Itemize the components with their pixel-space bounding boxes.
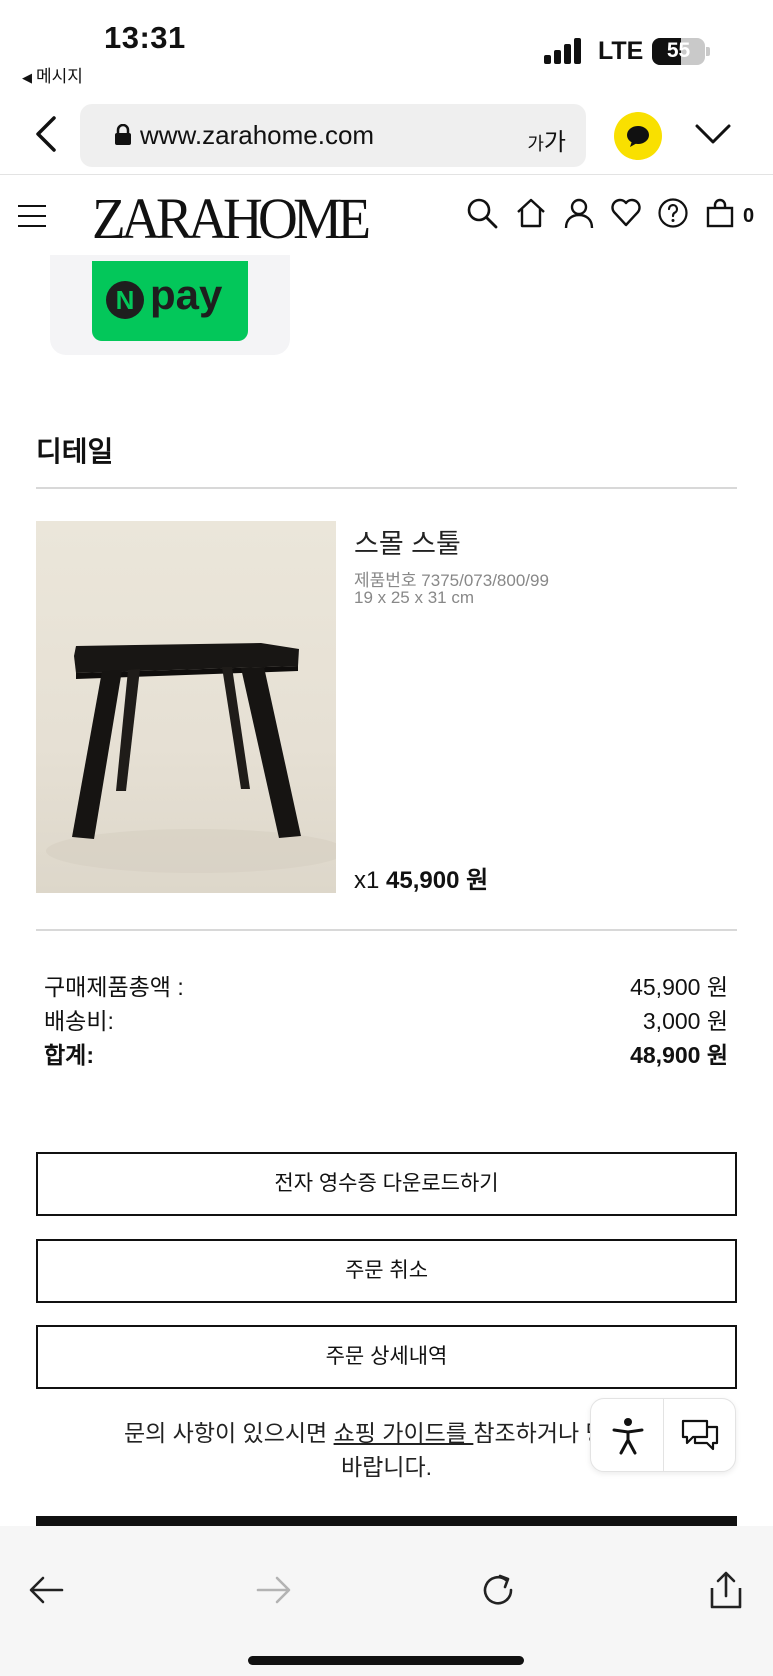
product-image[interactable] — [36, 521, 336, 893]
site-logo[interactable]: ZARAHOME — [92, 185, 371, 252]
reload-icon[interactable] — [478, 1570, 518, 1610]
footer-bar — [36, 1516, 737, 1526]
status-bar: 13:31 ◀ 메시지 LTE 55 — [0, 0, 773, 98]
product-price-value: 45,900 원 — [386, 867, 489, 894]
divider — [36, 487, 737, 489]
cart-icon[interactable] — [704, 197, 736, 229]
browser-url-row: www.zarahome.com 가가 — [0, 98, 773, 174]
battery-icon: 55 — [652, 38, 705, 65]
total-value: 48,900 원 — [630, 1042, 728, 1068]
home-icon[interactable] — [515, 197, 547, 229]
chat-icon[interactable] — [681, 1419, 719, 1453]
product-name[interactable]: 스몰 스툴 — [354, 522, 461, 561]
text-size-large: 가 — [543, 129, 566, 156]
subtotal-label: 구매제품총액 : — [44, 974, 184, 1000]
shipping-row: 배송비: 3,000 원 — [44, 1002, 728, 1036]
text-size-small: 가 — [527, 134, 544, 154]
shopping-guide-link[interactable]: 쇼핑 가이드를 — [334, 1420, 474, 1446]
payment-method-card: N pay — [50, 255, 290, 355]
arrow-right-icon[interactable] — [254, 1570, 294, 1610]
floating-widget — [590, 1398, 736, 1472]
subtotal-value: 45,900 원 — [630, 974, 728, 1000]
order-totals: 구매제품총액 : 45,900 원 배송비: 3,000 원 합계: 48,90… — [44, 968, 728, 1070]
battery-nub — [706, 47, 710, 56]
menu-icon[interactable] — [18, 205, 46, 227]
site-header: ZARAHOME 0 — [0, 175, 773, 261]
total-row: 합계: 48,900 원 — [44, 1036, 728, 1070]
back-triangle-icon: ◀ — [22, 70, 32, 85]
share-icon[interactable] — [706, 1570, 746, 1610]
url-text: www.zarahome.com — [140, 120, 375, 150]
product-price: x1 45,900 원 — [354, 860, 488, 895]
download-receipt-button[interactable]: 전자 영수증 다운로드하기 — [36, 1152, 737, 1216]
browser-back-icon[interactable] — [30, 114, 64, 154]
npay-label: pay — [150, 271, 223, 318]
network-label: LTE — [598, 37, 644, 65]
browser-toolbar — [0, 1526, 773, 1676]
user-icon[interactable] — [563, 197, 595, 229]
heart-icon[interactable] — [610, 197, 642, 229]
text-size-button[interactable]: 가가 — [527, 122, 566, 157]
status-time: 13:31 — [104, 20, 186, 55]
details-title: 디테일 — [36, 436, 114, 467]
floating-separator — [663, 1399, 664, 1471]
cart-count: 0 — [743, 205, 755, 227]
battery-percent: 55 — [666, 39, 691, 62]
signal-icon — [544, 38, 586, 64]
arrow-left-icon[interactable] — [26, 1570, 66, 1610]
home-indicator — [248, 1656, 524, 1665]
shipping-value: 3,000 원 — [642, 1008, 728, 1034]
back-to-app-link[interactable]: ◀ 메시지 — [22, 62, 83, 87]
search-icon[interactable] — [466, 197, 498, 229]
help-icon[interactable] — [657, 197, 689, 229]
npay-logo: N pay — [92, 261, 248, 341]
back-app-label: 메시지 — [36, 67, 83, 86]
product-quantity: x1 — [354, 867, 380, 894]
product-dimensions: 19 x 25 x 31 cm — [354, 588, 475, 607]
total-label: 합계: — [44, 1042, 94, 1068]
order-details-button[interactable]: 주문 상세내역 — [36, 1325, 737, 1389]
chat-bubble-icon — [627, 126, 649, 147]
url-bar[interactable]: www.zarahome.com 가가 — [80, 104, 586, 167]
chevron-down-icon[interactable] — [694, 122, 732, 146]
shipping-label: 배송비: — [44, 1008, 114, 1034]
stool-image — [46, 643, 336, 873]
kakao-talk-button[interactable] — [614, 112, 662, 160]
help-prefix: 문의 사항이 있으시면 — [123, 1420, 334, 1446]
subtotal-row: 구매제품총액 : 45,900 원 — [44, 968, 728, 1002]
divider — [36, 929, 737, 931]
npay-n-icon: N — [106, 281, 144, 319]
accessibility-icon[interactable] — [611, 1417, 645, 1455]
cancel-order-button[interactable]: 주문 취소 — [36, 1239, 737, 1303]
lock-icon — [115, 124, 131, 145]
